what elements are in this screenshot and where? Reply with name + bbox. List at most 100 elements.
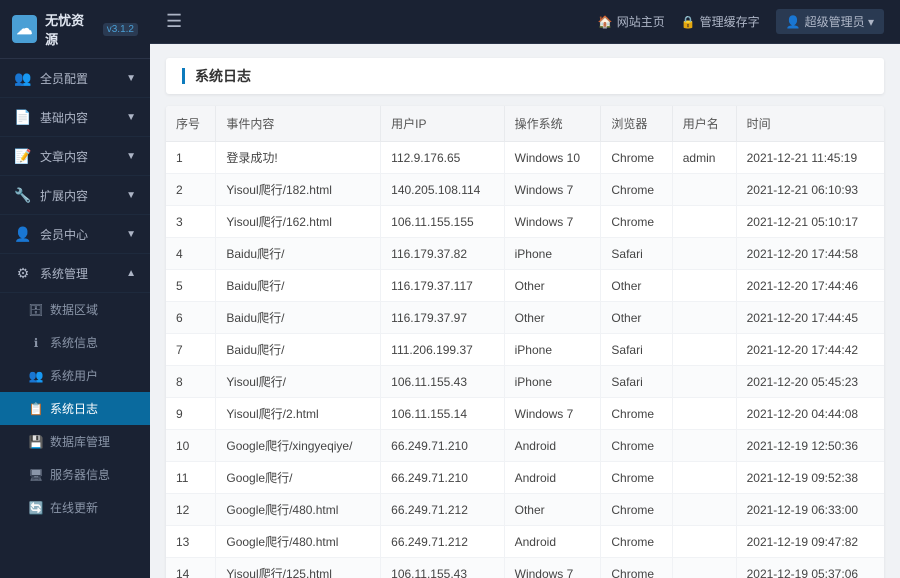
sidebar-item-member[interactable]: 👥 全员配置 ▼ <box>0 59 150 98</box>
table-cell: admin <box>672 142 736 174</box>
sidebar-item-system[interactable]: ⚙ 系统管理 ▲ <box>0 254 150 293</box>
col-id: 序号 <box>166 106 216 142</box>
sidebar-menu: 👥 全员配置 ▼ 📄 基础内容 ▼ 📝 文章内容 ▼ 🔧 扩展内容 ▼ 👤 会员… <box>0 59 150 578</box>
sidebar-item-label: 文章内容 <box>40 148 88 165</box>
sidebar-item-ad-mgmt[interactable]: 💾 数据库管理 <box>0 425 150 458</box>
table-cell: 5 <box>166 270 216 302</box>
system-icon: ⚙ <box>14 264 32 282</box>
col-time: 时间 <box>736 106 884 142</box>
table-cell: Safari <box>601 366 672 398</box>
table-row: 7Baidu爬行/111.206.199.37iPhoneSafari2021-… <box>166 334 884 366</box>
chevron-down-icon: ▼ <box>126 112 136 123</box>
sidebar-item-basic[interactable]: 📄 基础内容 ▼ <box>0 98 150 137</box>
table-row: 9Yisoul爬行/2.html106.11.155.14Windows 7Ch… <box>166 398 884 430</box>
topbar-right: 🏠 网站主页 🔒 管理缓存字 👤 超级管理员 ▾ <box>598 9 884 34</box>
sidebar-item-label: 系统用户 <box>50 367 98 384</box>
table-cell: Baidu爬行/ <box>216 270 381 302</box>
table-row: 14Yisoul爬行/125.html106.11.155.43Windows … <box>166 558 884 578</box>
hamburger-icon[interactable]: ☰ <box>166 11 182 32</box>
table-cell: 4 <box>166 238 216 270</box>
col-event: 事件内容 <box>216 106 381 142</box>
website-home-link[interactable]: 🏠 网站主页 <box>598 13 665 30</box>
sidebar-item-user-center[interactable]: 👤 会员中心 ▼ <box>0 215 150 254</box>
admin-menu[interactable]: 👤 超级管理员 ▾ <box>776 9 884 34</box>
sidebar-item-data-area[interactable]: 🗄 数据区域 <box>0 293 150 326</box>
table-cell: 8 <box>166 366 216 398</box>
table-row: 6Baidu爬行/116.179.37.97OtherOther2021-12-… <box>166 302 884 334</box>
update-icon: 🔄 <box>28 500 44 516</box>
table-cell <box>672 494 736 526</box>
table-cell: Baidu爬行/ <box>216 238 381 270</box>
table-row: 4Baidu爬行/116.179.37.82iPhoneSafari2021-1… <box>166 238 884 270</box>
sidebar-item-label: 数据库管理 <box>50 433 110 450</box>
table-cell: Yisoul爬行/ <box>216 366 381 398</box>
table-cell <box>672 430 736 462</box>
sidebar-item-label: 系统信息 <box>50 334 98 351</box>
user-center-icon: 👤 <box>14 225 32 243</box>
table-cell: 106.11.155.43 <box>381 366 504 398</box>
table-cell: Chrome <box>601 526 672 558</box>
table-cell: Other <box>601 302 672 334</box>
table-cell: 3 <box>166 206 216 238</box>
lock-icon: 🔒 <box>681 15 696 29</box>
sidebar-item-system-user[interactable]: 👥 系统用户 <box>0 359 150 392</box>
table-cell: 112.9.176.65 <box>381 142 504 174</box>
sidebar-item-label: 会员中心 <box>40 226 88 243</box>
chevron-down-icon: ▼ <box>126 190 136 201</box>
sidebar-item-server-info[interactable]: 🖥 服务器信息 <box>0 458 150 491</box>
table-cell: 2021-12-19 09:47:82 <box>736 526 884 558</box>
table-cell: Chrome <box>601 558 672 578</box>
table-cell <box>672 462 736 494</box>
log-table-container: 序号 事件内容 用户IP 操作系统 浏览器 用户名 时间 1登录成功!112.9… <box>166 106 884 578</box>
table-cell: 116.179.37.117 <box>381 270 504 302</box>
table-cell: 2021-12-20 17:44:42 <box>736 334 884 366</box>
table-cell: Chrome <box>601 142 672 174</box>
table-cell: Other <box>601 270 672 302</box>
table-cell: 2021-12-20 05:45:23 <box>736 366 884 398</box>
table-cell: 2021-12-20 17:44:58 <box>736 238 884 270</box>
table-cell: Baidu爬行/ <box>216 302 381 334</box>
sidebar-item-label: 全员配置 <box>40 70 88 87</box>
table-cell: Yisoul爬行/182.html <box>216 174 381 206</box>
table-row: 10Google爬行/xingyeqiye/66.249.71.210Andro… <box>166 430 884 462</box>
table-cell: 10 <box>166 430 216 462</box>
table-cell: Other <box>504 270 601 302</box>
table-cell: 66.249.71.210 <box>381 462 504 494</box>
table-cell: Windows 7 <box>504 174 601 206</box>
logo-icon: ☁ <box>12 15 37 43</box>
chevron-down-icon: ▼ <box>126 151 136 162</box>
log-table: 序号 事件内容 用户IP 操作系统 浏览器 用户名 时间 1登录成功!112.9… <box>166 106 884 578</box>
table-cell: 2021-12-20 04:44:08 <box>736 398 884 430</box>
sidebar-item-online-update[interactable]: 🔄 在线更新 <box>0 491 150 524</box>
system-info-icon: ℹ <box>28 335 44 351</box>
sidebar-item-system-info[interactable]: ℹ 系统信息 <box>0 326 150 359</box>
sidebar-item-system-log[interactable]: 📋 系统日志 <box>0 392 150 425</box>
col-os: 操作系统 <box>504 106 601 142</box>
table-cell: 2 <box>166 174 216 206</box>
table-row: 11Google爬行/66.249.71.210AndroidChrome202… <box>166 462 884 494</box>
table-cell: 106.11.155.43 <box>381 558 504 578</box>
table-cell: Android <box>504 430 601 462</box>
sidebar-item-article[interactable]: 📝 文章内容 ▼ <box>0 137 150 176</box>
logo-area: ☁ 无忧资源 v3.1.2 <box>0 0 150 59</box>
cache-link[interactable]: 🔒 管理缓存字 <box>681 13 760 30</box>
table-cell: 106.11.155.155 <box>381 206 504 238</box>
table-cell: 登录成功! <box>216 142 381 174</box>
table-cell <box>672 526 736 558</box>
table-cell: 6 <box>166 302 216 334</box>
table-cell: Other <box>504 302 601 334</box>
table-cell: Windows 7 <box>504 558 601 578</box>
sidebar-item-extend[interactable]: 🔧 扩展内容 ▼ <box>0 176 150 215</box>
chevron-down-icon: ▼ <box>126 229 136 240</box>
user-icon: 👤 <box>786 15 801 29</box>
table-cell: Google爬行/xingyeqiye/ <box>216 430 381 462</box>
system-user-icon: 👥 <box>28 368 44 384</box>
table-cell: Google爬行/ <box>216 462 381 494</box>
table-cell: Windows 10 <box>504 142 601 174</box>
table-cell <box>672 366 736 398</box>
article-icon: 📝 <box>14 147 32 165</box>
table-cell <box>672 206 736 238</box>
table-cell <box>672 238 736 270</box>
table-cell: Yisoul爬行/125.html <box>216 558 381 578</box>
sidebar-item-label: 扩展内容 <box>40 187 88 204</box>
